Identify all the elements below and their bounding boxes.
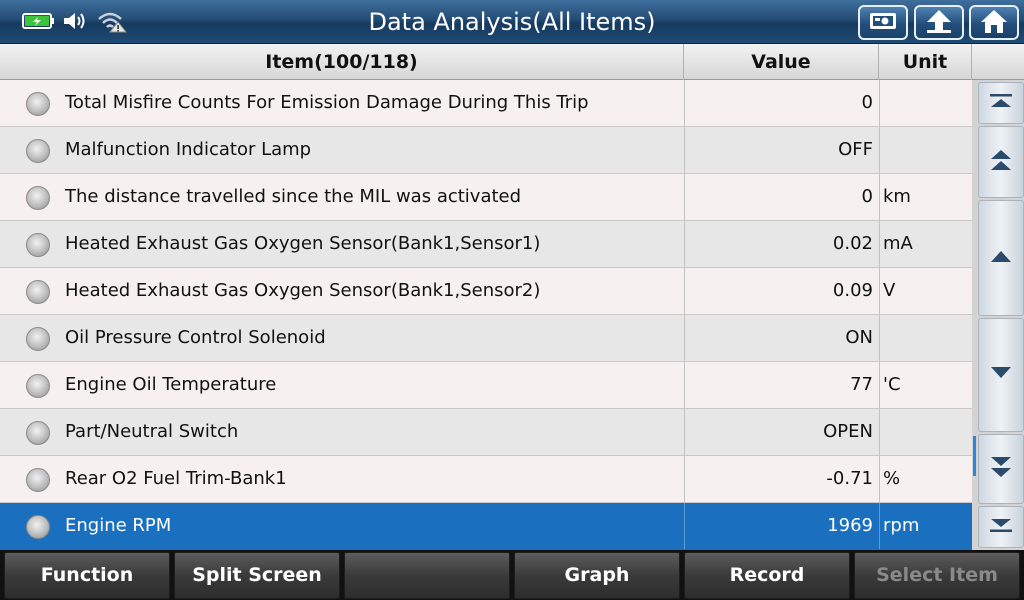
row-value: 0 [684,174,879,220]
empty-button[interactable] [344,552,510,599]
screenshot-icon [868,10,898,36]
row-unit [879,409,972,455]
table-row[interactable]: Engine Oil Temperature 77 'C [0,362,972,409]
back-arrow-icon [925,8,953,38]
screenshot-button[interactable] [858,5,908,40]
table-row-selected[interactable]: Engine RPM 1969 rpm [0,503,972,550]
row-unit: % [879,456,972,502]
select-item-button[interactable]: Select Item [854,552,1020,599]
row-name: Oil Pressure Control Solenoid [65,327,326,348]
function-button[interactable]: Function [4,552,170,599]
row-name: The distance travelled since the MIL was… [65,186,522,207]
row-unit: km [879,174,972,220]
scroll-up-button[interactable] [978,200,1024,316]
row-value: 0.09 [684,268,879,314]
row-value: OPEN [684,409,879,455]
row-name: Heated Exhaust Gas Oxygen Sensor(Bank1,S… [65,280,541,301]
graph-button[interactable]: Graph [514,552,680,599]
row-value: OFF [684,127,879,173]
home-button[interactable] [969,5,1019,40]
radio-icon[interactable] [26,374,50,398]
row-unit [879,315,972,361]
split-screen-button[interactable]: Split Screen [174,552,340,599]
row-unit: rpm [879,503,972,549]
data-list: Total Misfire Counts For Emission Damage… [0,80,972,550]
double-chevron-down-icon [988,454,1014,484]
radio-icon[interactable] [26,139,50,163]
radio-icon[interactable] [26,233,50,257]
record-button[interactable]: Record [684,552,850,599]
row-name: Part/Neutral Switch [65,421,239,442]
scroll-to-bottom-icon [988,516,1014,538]
row-name: Engine Oil Temperature [65,374,277,395]
scroll-controls [972,80,1024,550]
column-header-item: Item(100/118) [0,44,684,80]
row-value: 0 [684,80,879,126]
home-icon [980,8,1008,38]
table-row[interactable]: Part/Neutral Switch OPEN [0,409,972,456]
row-name: Total Misfire Counts For Emission Damage… [65,92,589,113]
title-bar: Data Analysis(All Items) [0,0,1024,44]
scroll-position-indicator[interactable] [973,436,976,476]
chevron-up-icon [988,248,1014,268]
row-value: 77 [684,362,879,408]
row-name: Malfunction Indicator Lamp [65,139,312,160]
radio-icon[interactable] [26,468,50,492]
column-header-value: Value [684,44,879,80]
back-button[interactable] [914,5,964,40]
scroll-down-button[interactable] [978,318,1024,432]
page-down-button[interactable] [978,434,1024,504]
table-row[interactable]: Oil Pressure Control Solenoid ON [0,315,972,362]
table-row[interactable]: The distance travelled since the MIL was… [0,174,972,221]
table-row[interactable]: Total Misfire Counts For Emission Damage… [0,80,972,127]
double-chevron-up-icon [988,147,1014,177]
scroll-bottom-button[interactable] [978,506,1024,548]
row-value: 0.02 [684,221,879,267]
radio-icon[interactable] [26,515,50,539]
scroll-to-top-icon [988,92,1014,114]
row-unit: V [879,268,972,314]
row-unit: 'C [879,362,972,408]
chevron-down-icon [988,365,1014,385]
radio-icon[interactable] [26,186,50,210]
radio-icon[interactable] [26,421,50,445]
table-row[interactable]: Rear O2 Fuel Trim-Bank1 -0.71 % [0,456,972,503]
row-unit [879,80,972,126]
column-header-unit: Unit [879,44,972,80]
row-unit: mA [879,221,972,267]
row-value: 1969 [684,503,879,549]
column-header-filler [972,44,1024,80]
radio-icon[interactable] [26,280,50,304]
page-up-button[interactable] [978,126,1024,198]
table-header: Item(100/118) Value Unit [0,44,1024,80]
row-unit [879,127,972,173]
table-row[interactable]: Heated Exhaust Gas Oxygen Sensor(Bank1,S… [0,221,972,268]
table-row[interactable]: Malfunction Indicator Lamp OFF [0,127,972,174]
row-value: ON [684,315,879,361]
table-row[interactable]: Heated Exhaust Gas Oxygen Sensor(Bank1,S… [0,268,972,315]
row-name: Engine RPM [65,515,172,536]
row-name: Heated Exhaust Gas Oxygen Sensor(Bank1,S… [65,233,541,254]
bottom-toolbar: Function Split Screen Graph Record Selec… [0,550,1024,600]
scroll-top-button[interactable] [978,82,1024,124]
radio-icon[interactable] [26,92,50,116]
row-value: -0.71 [684,456,879,502]
radio-icon[interactable] [26,327,50,351]
row-name: Rear O2 Fuel Trim-Bank1 [65,468,287,489]
